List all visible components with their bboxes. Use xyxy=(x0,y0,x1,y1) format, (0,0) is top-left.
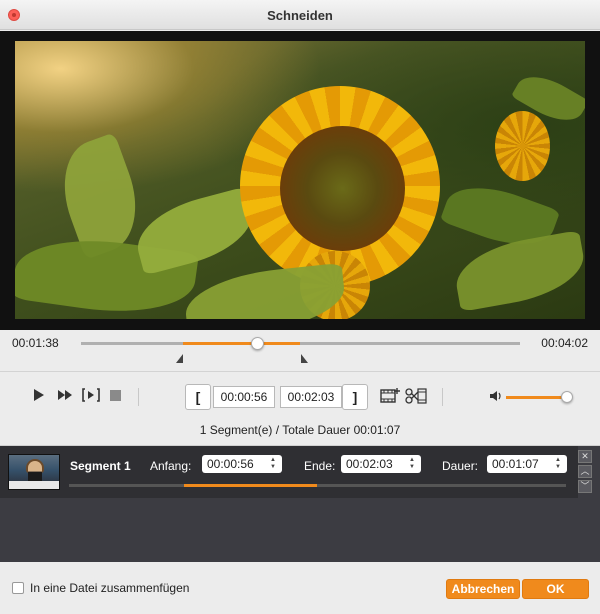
ok-button[interactable]: OK xyxy=(522,579,589,599)
split-scissors-icon[interactable] xyxy=(405,387,427,408)
dialog-footer: In eine Datei zusammenfügen Abbrechen OK xyxy=(0,563,600,614)
set-start-button[interactable]: [ xyxy=(185,384,211,410)
end-time-field[interactable]: 00:02:03 xyxy=(280,386,342,408)
set-end-button[interactable]: ] xyxy=(342,384,368,410)
video-player xyxy=(0,31,600,330)
start-marker-handle[interactable] xyxy=(175,354,183,363)
move-down-icon[interactable]: ﹀ xyxy=(578,480,592,493)
segment-start-label: Anfang: xyxy=(150,459,192,473)
playback-controls: [ 00:00:56 00:02:03 ] xyxy=(0,371,600,421)
volume-slider-handle[interactable] xyxy=(560,391,573,403)
segment-start-stepper[interactable]: 00:00:56 ▲ ▼ xyxy=(202,455,282,473)
remove-segment-icon[interactable]: ✕ xyxy=(578,450,592,463)
segment-name: Segment 1 xyxy=(70,459,131,473)
timeline: 00:01:38 00:04:02 xyxy=(0,330,600,370)
stepper-arrows-icon[interactable]: ▲ ▼ xyxy=(270,457,278,471)
timeline-selection xyxy=(182,342,301,345)
merge-checkbox[interactable] xyxy=(12,582,24,594)
play-icon[interactable] xyxy=(33,388,45,405)
segment-end-label: Ende: xyxy=(304,459,336,473)
window-title: Schneiden xyxy=(267,8,333,23)
add-segment-icon[interactable] xyxy=(380,387,400,408)
segment-duration-label: Dauer: xyxy=(442,459,479,473)
playhead-handle[interactable] xyxy=(251,337,265,350)
segment-range-bar xyxy=(69,484,566,487)
segment-thumbnail xyxy=(8,454,60,490)
stop-icon[interactable] xyxy=(110,390,121,404)
video-frame[interactable] xyxy=(15,41,585,319)
timeline-track[interactable] xyxy=(81,337,520,350)
play-selection-icon[interactable] xyxy=(82,388,100,405)
fast-forward-icon[interactable] xyxy=(57,388,73,405)
move-up-icon[interactable]: ︿ xyxy=(578,465,592,478)
segment-list: Segment 1 Anfang: 00:00:56 ▲ ▼ Ende: 00:0… xyxy=(0,445,600,562)
stepper-arrows-icon[interactable]: ▲ ▼ xyxy=(409,457,417,471)
cancel-button[interactable]: Abbrechen xyxy=(446,579,520,599)
end-marker-handle[interactable] xyxy=(300,354,308,363)
segments-summary: 1 Segment(e) / Totale Dauer 00:01:07 xyxy=(199,423,401,437)
volume-slider[interactable] xyxy=(506,396,567,399)
segment-end-stepper[interactable]: 00:02:03 ▲ ▼ xyxy=(341,455,421,473)
current-time: 00:01:38 xyxy=(12,336,59,350)
volume-icon[interactable] xyxy=(489,390,503,405)
stepper-arrows-icon[interactable]: ▲ ▼ xyxy=(555,457,563,471)
segment-row[interactable]: Segment 1 Anfang: 00:00:56 ▲ ▼ Ende: 00:0… xyxy=(0,446,578,498)
segment-duration-stepper[interactable]: 00:01:07 ▲ ▼ xyxy=(487,455,567,473)
merge-label[interactable]: In eine Datei zusammenfügen xyxy=(30,581,189,595)
total-time: 00:04:02 xyxy=(541,336,588,350)
start-time-field[interactable]: 00:00:56 xyxy=(213,386,275,408)
title-bar: Schneiden xyxy=(0,0,600,30)
